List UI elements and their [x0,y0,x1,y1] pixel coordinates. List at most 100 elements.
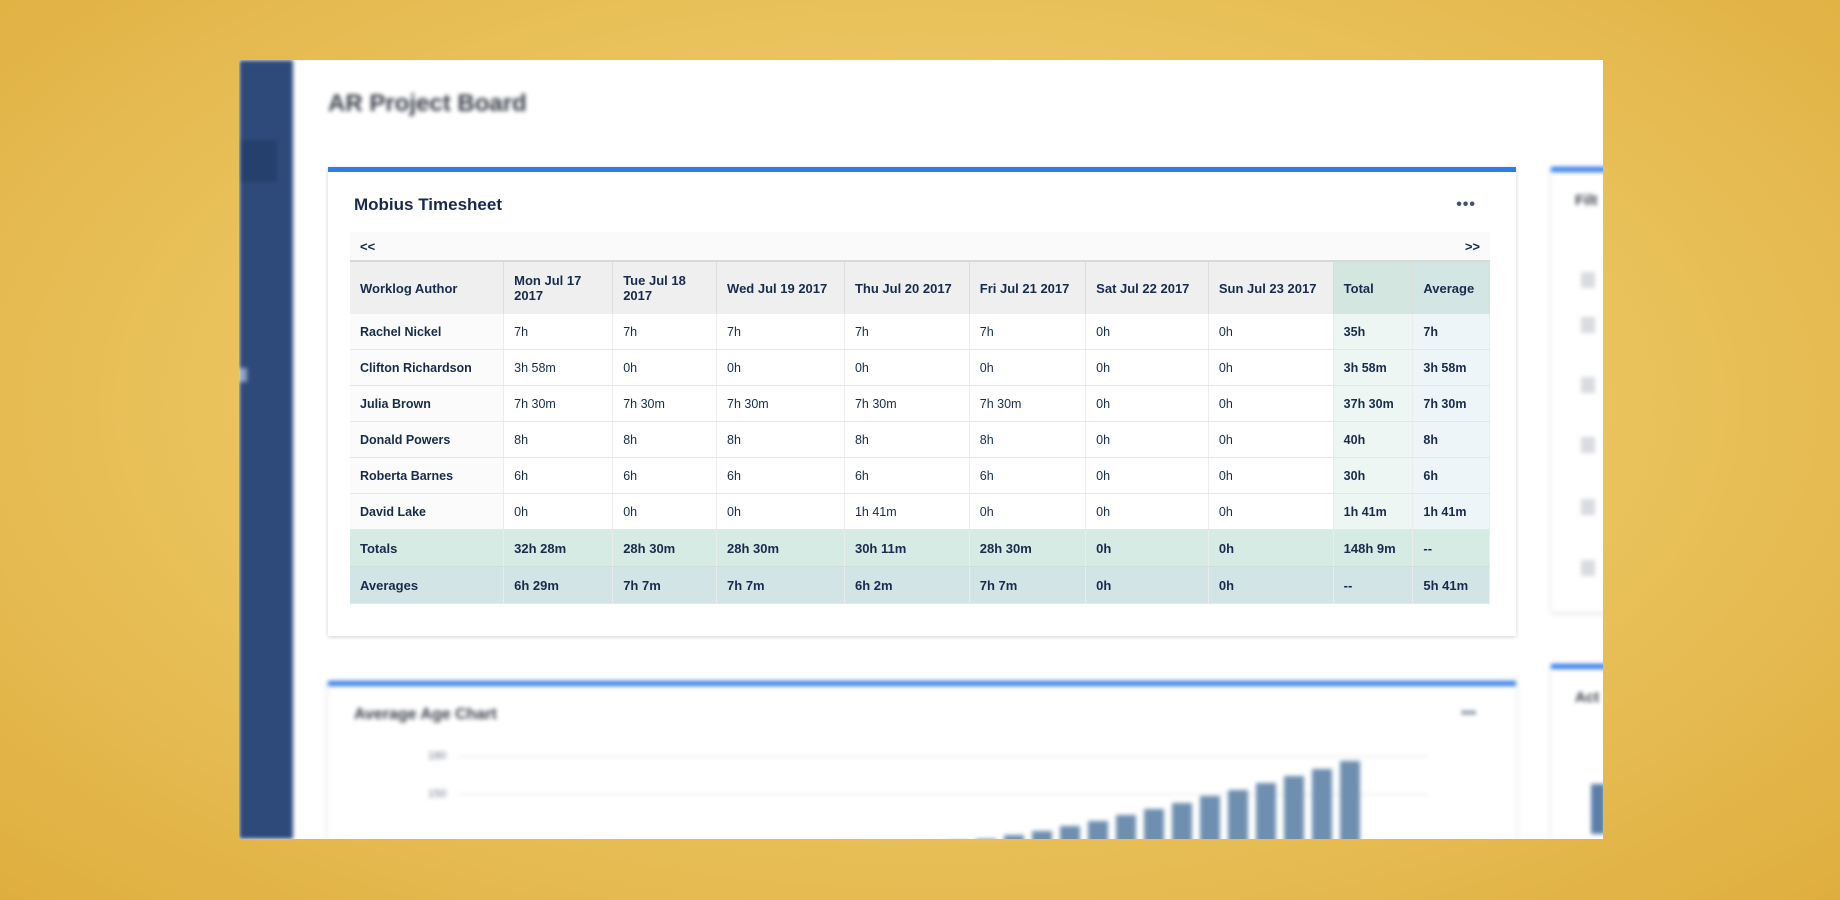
averages-cell: 0h [1208,566,1334,604]
table-cell: 8h [503,421,614,458]
column-header[interactable]: Wed Jul 19 2017 [716,260,845,314]
table-cell: 0h [503,493,614,530]
y-tick-label: 150 [428,788,447,800]
table-cell: 7h 30m [716,385,845,422]
totals-cell: 28h 30m [612,529,718,567]
totals-cell: 0h [1085,529,1209,567]
gadget-title: Act [1575,689,1600,706]
averages-cell: 7h 7m [716,566,845,604]
more-options-icon[interactable]: ••• [1456,196,1476,214]
table-cell: 0h [844,349,970,386]
more-options-icon[interactable]: ••• [1461,704,1476,720]
week-navigation: << >> [350,232,1490,260]
age-chart-bar [1004,835,1024,839]
averages-cell: 6h 29m [503,566,614,604]
totals-cell: 28h 30m [969,529,1087,567]
sidebar-selected-item[interactable] [239,140,277,182]
age-chart-bar [1228,790,1248,839]
average-cell: 1h 41m [1412,493,1490,530]
age-chart-bar [1312,769,1332,839]
age-chart-bar [1172,803,1192,839]
table-cell: 0h [1085,421,1209,458]
table-cell: 0h [716,493,845,530]
totals-label: Totals [350,529,505,567]
age-chart-bar [1284,776,1304,839]
filter-item-icon[interactable] [1581,437,1595,453]
column-header[interactable]: Fri Jul 21 2017 [969,260,1087,314]
table-row: Rachel Nickel 7h 7h 7h 7h 7h 0h 0h 35h 7… [350,314,1490,350]
age-chart-bar [1088,821,1108,839]
column-header[interactable]: Total [1333,260,1414,314]
table-row: Roberta Barnes 6h 6h 6h 6h 6h 0h 0h 30h … [350,457,1490,494]
table-row: Donald Powers 8h 8h 8h 8h 8h 0h 0h 40h 8… [350,421,1490,458]
filter-gadget: Filt [1551,167,1603,612]
filter-item-icon[interactable] [1581,499,1595,515]
average-cell: 6h [1412,457,1490,494]
total-cell: 37h 30m [1333,385,1414,422]
table-cell: 8h [612,421,718,458]
table-cell: 7h [612,314,718,350]
averages-cell: 6h 2m [844,566,970,604]
table-cell: 0h [1085,385,1209,422]
column-header[interactable]: Thu Jul 20 2017 [844,260,970,314]
age-chart-bar [1116,815,1136,839]
table-row: David Lake 0h 0h 0h 1h 41m 0h 0h 0h 1h 4… [350,493,1490,530]
app-window: AR Project Board Mobius Timesheet ••• <<… [239,60,1603,839]
table-cell: 7h 30m [844,385,970,422]
table-cell: 6h [503,457,614,494]
totals-cell: 148h 9m [1333,529,1414,567]
age-chart-plot: 180 150 [428,746,1428,839]
column-header[interactable]: Average [1412,260,1490,314]
table-cell: 0h [1085,457,1209,494]
totals-cell: 32h 28m [503,529,614,567]
column-header[interactable]: Tue Jul 18 2017 [612,260,718,314]
gadget-title: Mobius Timesheet [354,195,502,214]
averages-row: Averages 6h 29m 7h 7m 7h 7m 6h 2m 7h 7m … [350,566,1490,604]
author-cell: Clifton Richardson [350,349,505,386]
total-cell: 30h [1333,457,1414,494]
table-cell: 6h [844,457,970,494]
table-cell: 7h [969,314,1087,350]
next-week-button[interactable]: >> [1465,239,1480,254]
table-cell: 7h 30m [969,385,1087,422]
table-row: Julia Brown 7h 30m 7h 30m 7h 30m 7h 30m … [350,385,1490,422]
totals-cell: 0h [1208,529,1334,567]
age-chart-bar [1340,761,1360,839]
table-cell: 0h [1208,421,1334,458]
averages-cell: 7h 7m [612,566,718,604]
sidebar-expand-icon[interactable] [239,368,247,382]
averages-cell: 7h 7m [969,566,1087,604]
table-cell: 7h 30m [503,385,614,422]
totals-cell: 28h 30m [716,529,845,567]
filter-item-icon[interactable] [1581,560,1595,576]
table-cell: 0h [1085,314,1209,350]
author-cell: Donald Powers [350,421,505,458]
table-cell: 0h [612,493,718,530]
age-chart-bar [1200,796,1220,839]
column-header[interactable]: Sun Jul 23 2017 [1208,260,1334,314]
table-cell: 8h [716,421,845,458]
totals-row: Totals 32h 28m 28h 30m 28h 30m 30h 11m 2… [350,529,1490,567]
filter-item-icon[interactable] [1581,377,1595,393]
previous-week-button[interactable]: << [360,239,375,254]
column-header[interactable]: Mon Jul 17 2017 [503,260,614,314]
age-chart-bar [1060,826,1080,839]
total-cell: 3h 58m [1333,349,1414,386]
total-cell: 35h [1333,314,1414,350]
totals-cell: 30h 11m [844,529,970,567]
sidebar [239,60,293,839]
column-header[interactable]: Sat Jul 22 2017 [1085,260,1209,314]
averages-label: Averages [350,566,505,604]
author-cell: Rachel Nickel [350,314,505,350]
table-row: Clifton Richardson 3h 58m 0h 0h 0h 0h 0h… [350,349,1490,386]
table-cell: 1h 41m [844,493,970,530]
table-header-row: Worklog Author Mon Jul 17 2017 Tue Jul 1… [350,260,1490,314]
filter-item-icon[interactable] [1581,272,1595,288]
filter-item-icon[interactable] [1581,317,1595,333]
age-chart-bar [1144,809,1164,839]
table-cell: 8h [969,421,1087,458]
table-cell: 7h 30m [612,385,718,422]
table-cell: 7h [503,314,614,350]
column-header[interactable]: Worklog Author [350,260,505,314]
table-cell: 0h [1208,457,1334,494]
